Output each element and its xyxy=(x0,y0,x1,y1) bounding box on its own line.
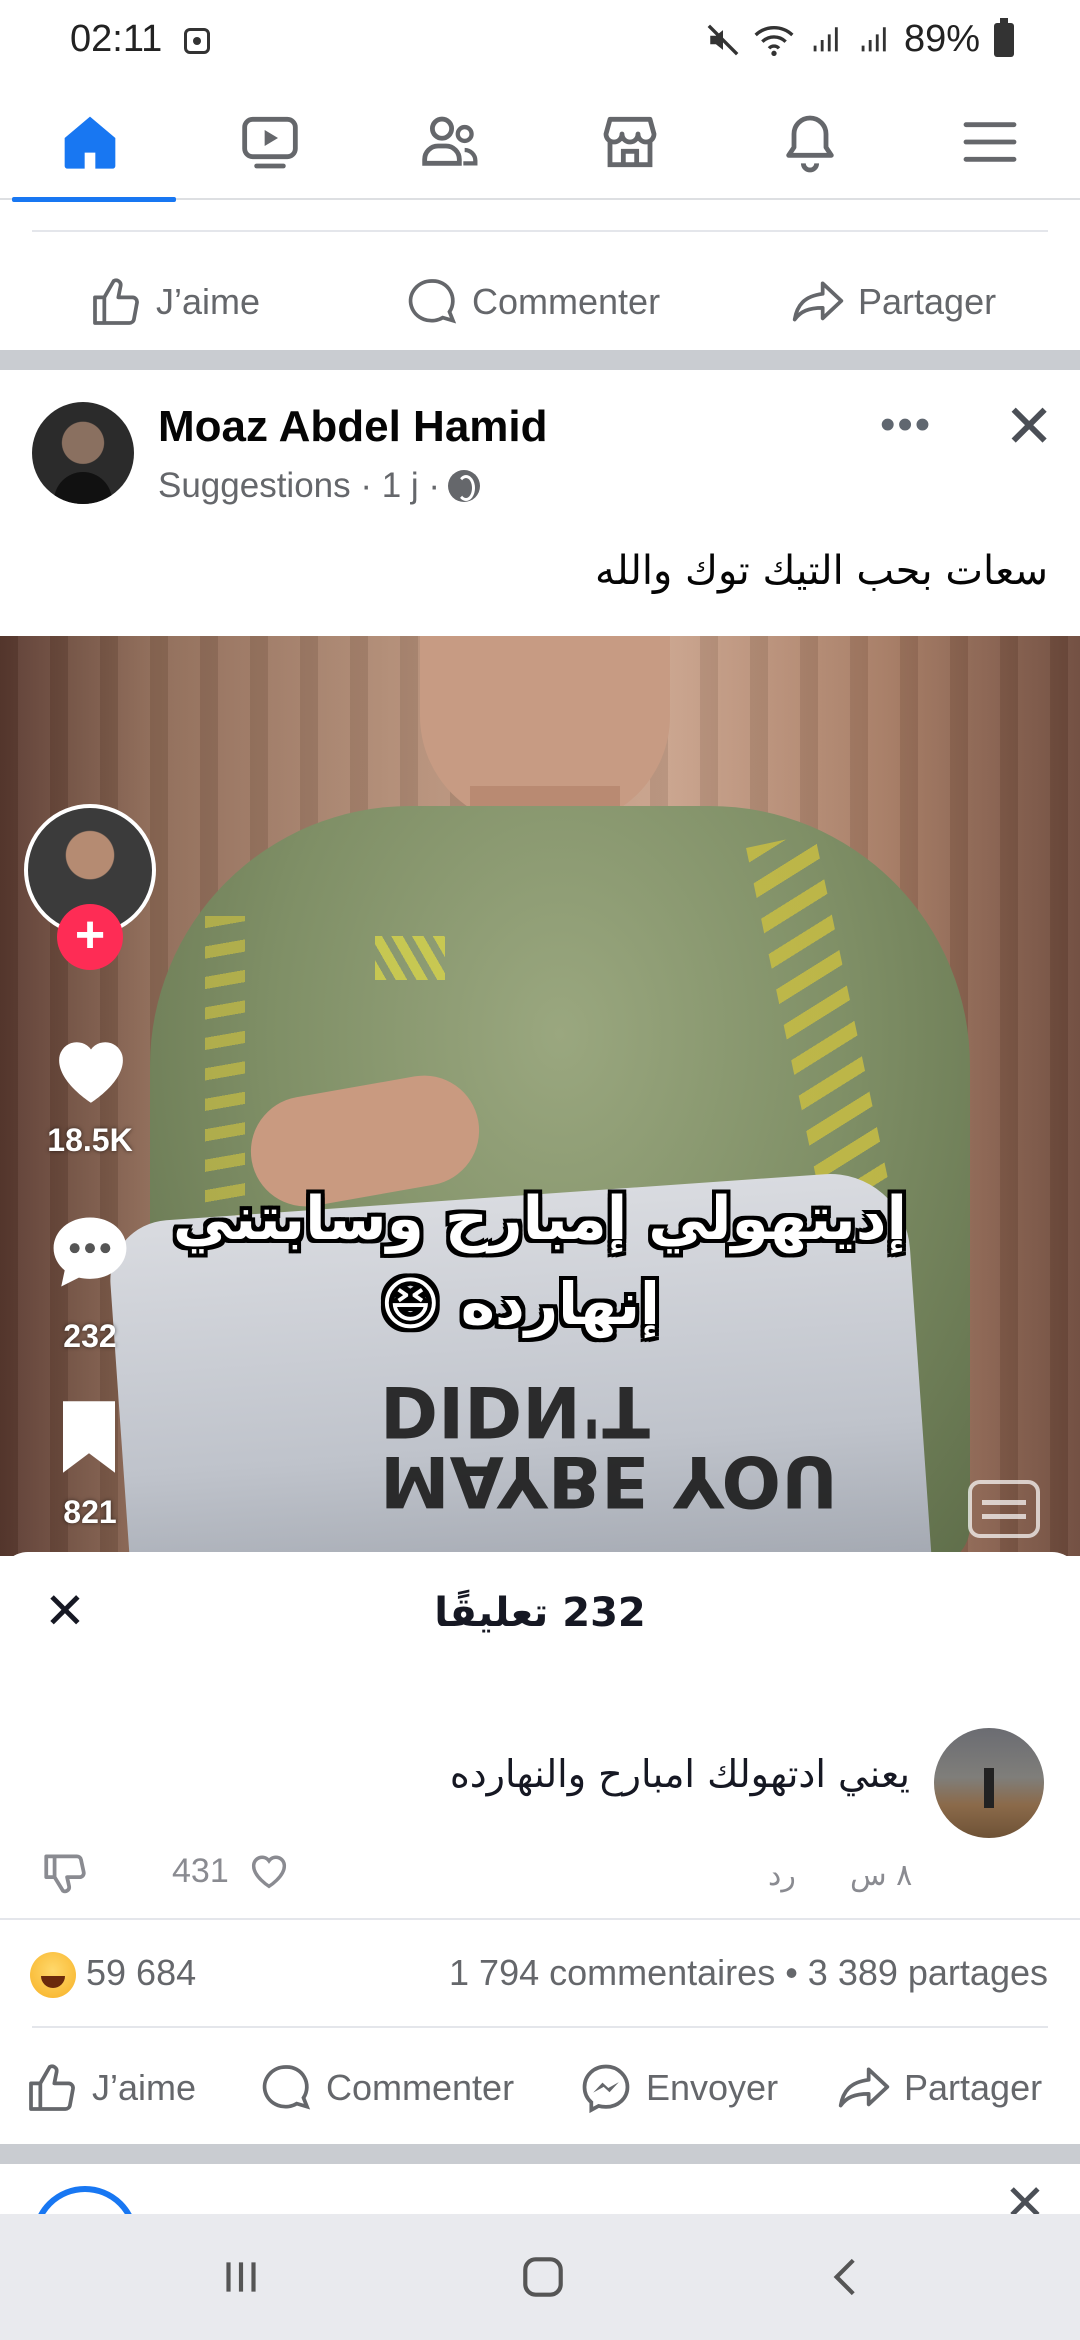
post-actions: J’aime Commenter Envoyer Partager xyxy=(0,2038,1080,2138)
post-text: سعات بحب التيك توك والله xyxy=(595,548,1048,594)
marketplace-icon xyxy=(603,116,657,168)
post-author[interactable]: Moaz Abdel Hamid xyxy=(158,402,548,452)
screen-record-icon xyxy=(184,28,210,54)
thumbs-up-icon xyxy=(93,278,139,325)
android-navigation-bar xyxy=(0,2214,1080,2340)
nav-video[interactable] xyxy=(184,84,356,200)
saves-count: 821 xyxy=(63,1494,117,1530)
divider xyxy=(32,230,1048,232)
comment-likes-count: 431 xyxy=(172,1852,229,1890)
nav-home[interactable] xyxy=(4,84,176,202)
share-icon xyxy=(792,281,844,322)
haha-reaction-icon[interactable] xyxy=(30,1952,76,1998)
video-caption-line1: إديتهولي إمبارح وسابتني xyxy=(172,1184,908,1254)
wifi-icon xyxy=(754,25,794,56)
status-bar: 02:11 89% xyxy=(0,0,1080,84)
globe-icon xyxy=(448,470,481,502)
share-button[interactable]: Partager xyxy=(836,2060,1042,2116)
share-icon xyxy=(838,2067,890,2108)
more-options-button[interactable]: ••• xyxy=(880,400,932,450)
send-button[interactable]: Envoyer xyxy=(578,2060,778,2116)
comment-heart-icon[interactable] xyxy=(244,1848,294,1894)
sweater-logo xyxy=(375,936,445,980)
signal-icon xyxy=(861,26,886,51)
bookmark-icon[interactable] xyxy=(56,1398,122,1476)
hide-post-button[interactable]: ✕ xyxy=(1004,392,1054,462)
mute-icon xyxy=(707,24,739,55)
post-video[interactable]: MAYBE YOU DIDN'T إديتهولي إمبارح وسابتني… xyxy=(0,636,1080,1556)
comment-reply-button[interactable]: رد xyxy=(768,1858,796,1893)
battery-percent: 89% xyxy=(903,18,980,60)
thumbs-up-icon xyxy=(29,2064,75,2111)
follow-plus-button[interactable]: + xyxy=(57,904,123,970)
likes-count: 18.5K xyxy=(47,1122,133,1158)
next-post-close-icon[interactable]: ✕ xyxy=(1004,2174,1046,2214)
status-icons: 89% xyxy=(706,17,1014,61)
comment-label: Commenter xyxy=(326,2067,515,2108)
share-button[interactable]: Partager xyxy=(790,274,996,330)
commenter-avatar[interactable] xyxy=(934,1728,1044,1838)
post-stats: 59 684 1 794 commentaires • 3 389 partag… xyxy=(0,1920,1080,2032)
subtitles-icon[interactable] xyxy=(968,1480,1040,1538)
comment-icon xyxy=(262,2065,311,2110)
signal-icon xyxy=(813,26,838,51)
messenger-icon xyxy=(582,2064,630,2114)
like-button[interactable]: J’aime xyxy=(88,274,260,330)
nav-marketplace[interactable] xyxy=(544,84,716,200)
comment-label: Commenter xyxy=(472,281,661,322)
share-label: Partager xyxy=(904,2067,1043,2108)
comments-sheet: ✕ 232 تعليقًا يعني ادتهولك امبارح والنها… xyxy=(0,1552,1080,1916)
recent-apps-icon[interactable] xyxy=(216,2252,266,2302)
comment-button[interactable]: Commenter xyxy=(404,274,660,330)
comment-bubble-icon[interactable] xyxy=(44,1206,136,1298)
comment-icon xyxy=(408,279,457,324)
post-meta-text: Suggestions · 1 j · xyxy=(158,466,441,505)
previous-post-actions: J’aime Commenter Partager xyxy=(0,252,1080,352)
share-label: Partager xyxy=(858,281,997,322)
comment-text: يعني ادتهولك امبارح والنهارده xyxy=(449,1752,910,1796)
comments-shares-count[interactable]: 1 794 commentaires • 3 389 partages xyxy=(449,1952,1048,1994)
next-post-peek: ✕ xyxy=(0,2174,1080,2214)
send-label: Envoyer xyxy=(646,2067,779,2108)
heart-icon[interactable] xyxy=(46,1024,136,1114)
like-button[interactable]: J’aime xyxy=(24,2060,196,2116)
status-time: 02:11 xyxy=(70,18,163,60)
nav-menu[interactable] xyxy=(904,84,1076,200)
video-icon xyxy=(242,116,298,169)
home-button-icon[interactable] xyxy=(518,2252,568,2302)
like-label: J’aime xyxy=(92,2067,197,2108)
divider xyxy=(32,2026,1048,2028)
battery-icon xyxy=(994,17,1014,57)
home-icon xyxy=(64,116,116,169)
comments-count: 232 xyxy=(63,1318,117,1354)
feed-separator xyxy=(0,350,1080,370)
back-icon[interactable] xyxy=(822,2252,872,2302)
like-label: J’aime xyxy=(156,281,261,322)
sweater-stripes-left xyxy=(205,916,245,1216)
nav-notifications[interactable] xyxy=(724,84,896,200)
dislike-icon[interactable] xyxy=(40,1848,90,1898)
feed-separator xyxy=(0,2144,1080,2164)
next-post-avatar xyxy=(38,2186,132,2214)
author-avatar[interactable] xyxy=(32,402,134,504)
menu-icon xyxy=(963,122,1017,162)
post-meta: Suggestions · 1 j · xyxy=(158,466,481,506)
nav-friends[interactable] xyxy=(364,84,536,200)
comments-title: 232 تعليقًا xyxy=(434,1590,646,1636)
bell-icon xyxy=(786,115,834,173)
friends-icon xyxy=(422,116,478,166)
reactions-count[interactable]: 59 684 xyxy=(86,1952,196,1994)
comment-button[interactable]: Commenter xyxy=(258,2060,514,2116)
comment-time: ٨ س xyxy=(850,1858,913,1893)
top-navigation xyxy=(0,84,1080,202)
